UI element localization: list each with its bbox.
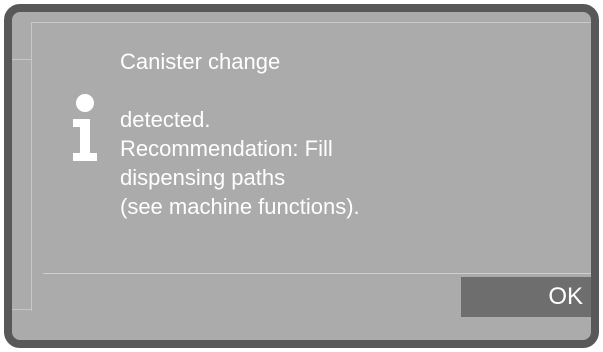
message-line-4: (see machine functions).	[120, 194, 360, 219]
canister-change-dialog: Canister change detected. Recommendation…	[31, 22, 591, 317]
message-line-2: Recommendation: Fill	[120, 136, 333, 161]
text-spacer	[120, 76, 540, 105]
dialog-title: Canister change	[120, 49, 281, 74]
info-icon	[73, 94, 97, 161]
button-divider	[43, 273, 591, 274]
message-line-1: detected.	[120, 107, 211, 132]
display-bezel: Canister change detected. Recommendation…	[4, 4, 599, 348]
ok-button[interactable]: OK	[461, 277, 591, 317]
dialog-message: Canister change detected. Recommendation…	[120, 47, 540, 221]
display-screen: Canister change detected. Recommendation…	[12, 12, 591, 340]
message-line-3: dispensing paths	[120, 165, 286, 190]
